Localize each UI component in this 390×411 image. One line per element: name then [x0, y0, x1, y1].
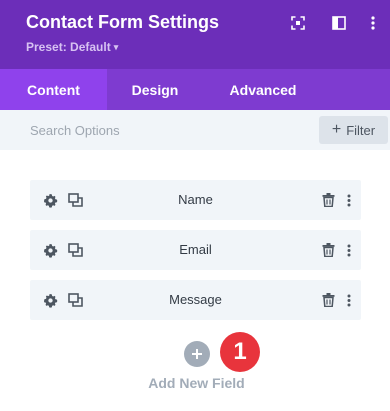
trash-icon[interactable]	[318, 290, 338, 310]
preset-selector[interactable]: Preset: Default ▾	[26, 40, 118, 54]
tab-bar: Content Design Advanced	[0, 69, 390, 110]
more-options-icon[interactable]	[339, 190, 359, 210]
more-options-icon[interactable]	[339, 240, 359, 260]
preset-label: Preset: Default	[26, 40, 111, 54]
field-row-name[interactable]: Name	[30, 180, 361, 220]
duplicate-icon[interactable]	[65, 240, 85, 260]
duplicate-icon[interactable]	[65, 190, 85, 210]
plus-icon	[192, 349, 202, 359]
split-view-icon[interactable]	[328, 12, 350, 34]
trash-icon[interactable]	[318, 240, 338, 260]
field-row-message[interactable]: Message	[30, 280, 361, 320]
search-input[interactable]	[0, 110, 310, 150]
field-row-email[interactable]: Email	[30, 230, 361, 270]
focus-mode-icon[interactable]	[287, 12, 309, 34]
plus-icon: +	[331, 121, 342, 138]
add-new-field-label[interactable]: Add New Field	[120, 375, 273, 391]
duplicate-icon[interactable]	[65, 290, 85, 310]
tab-design[interactable]: Design	[107, 69, 203, 110]
tab-content[interactable]: Content	[0, 69, 107, 110]
filter-label: Filter	[346, 122, 376, 138]
step-badge: 1	[220, 332, 260, 372]
gear-icon[interactable]	[40, 290, 60, 310]
modal-title: Contact Form Settings	[26, 12, 220, 32]
filter-button[interactable]: + Filter	[319, 116, 388, 144]
field-label-email: Email	[179, 242, 212, 257]
gear-icon[interactable]	[40, 240, 60, 260]
search-bar: + Filter	[0, 110, 390, 150]
caret-down-icon: ▾	[113, 42, 119, 52]
add-field-button[interactable]	[184, 341, 210, 367]
field-label-name: Name	[178, 192, 213, 207]
more-menu-icon[interactable]	[362, 12, 384, 34]
field-label-message: Message	[169, 292, 222, 307]
gear-icon[interactable]	[40, 190, 60, 210]
settings-header: Contact Form Settings Preset: Default ▾	[0, 0, 390, 69]
tab-advanced[interactable]: Advanced	[203, 69, 323, 110]
more-options-icon[interactable]	[339, 290, 359, 310]
trash-icon[interactable]	[318, 190, 338, 210]
